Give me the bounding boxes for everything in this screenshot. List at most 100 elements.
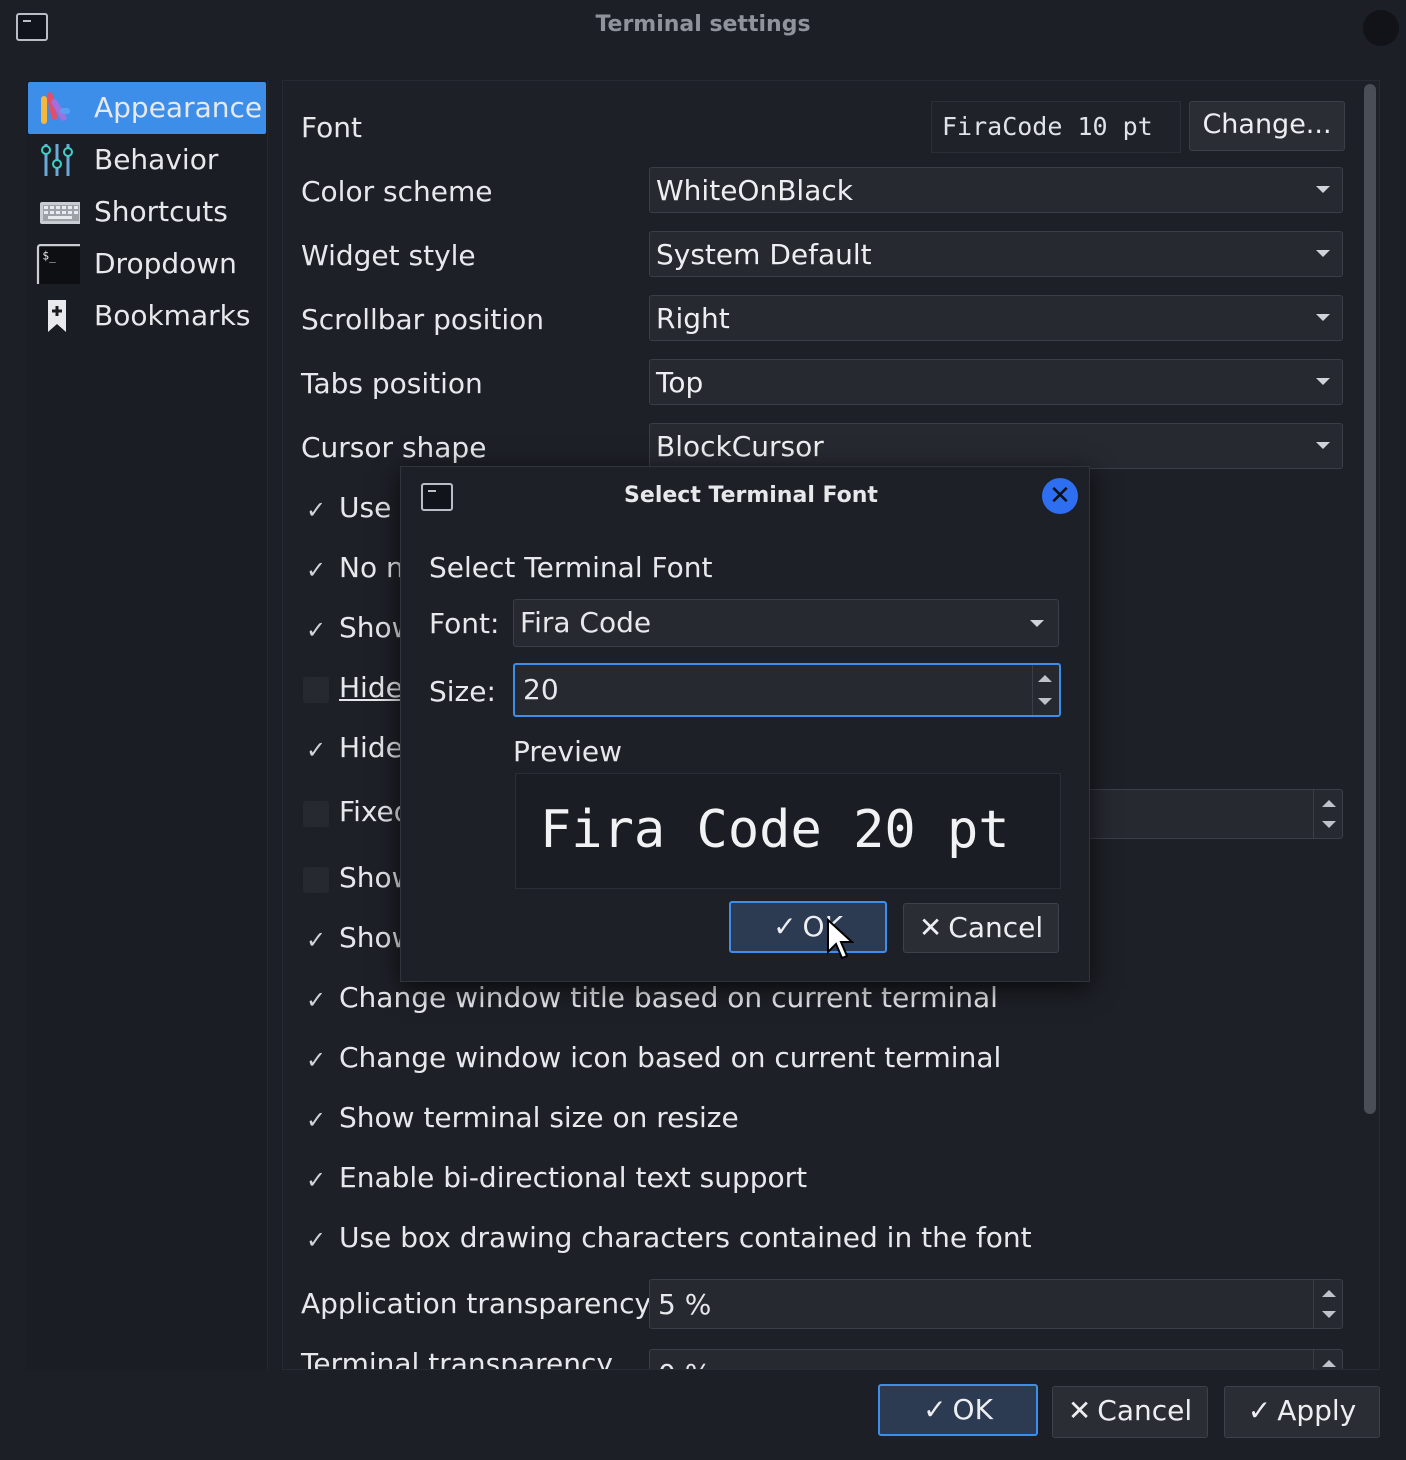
check-icon: ✓ — [923, 1393, 947, 1426]
cursor-shape-label: Cursor shape — [301, 431, 487, 464]
font-family-select[interactable]: Fira Code — [513, 599, 1059, 647]
checkbox-label: Show terminal size on resize — [339, 1101, 739, 1134]
checkmark-icon: ✓ — [305, 736, 327, 764]
checkbox-label: Use box drawing characters contained in … — [339, 1221, 1032, 1254]
font-field-label: Font: — [429, 607, 500, 640]
color-scheme-select[interactable]: WhiteOnBlack — [649, 167, 1343, 213]
sidebar-item-label: Behavior — [94, 143, 219, 176]
sidebar-item-dropdown[interactable]: $_ Dropdown — [28, 238, 266, 290]
sidebar-item-bookmarks[interactable]: Bookmarks — [28, 290, 266, 342]
sliders-icon — [41, 144, 73, 176]
checkbox-label: Enable bi-directional text support — [339, 1161, 808, 1194]
sidebar-item-label: Appearance — [94, 91, 263, 124]
font-size-input[interactable]: 20 — [513, 663, 1061, 717]
checkbox-empty — [303, 867, 329, 893]
checkmark-icon: ✓ — [305, 616, 327, 644]
size-field-label: Size: — [429, 675, 496, 708]
spin-value: 0 % — [658, 1358, 711, 1369]
checkbox-label: Change window title based on current ter… — [339, 981, 998, 1014]
sidebar-item-behavior[interactable]: Behavior — [28, 134, 266, 186]
sidebar-item-appearance[interactable]: Appearance — [28, 82, 266, 134]
apply-button[interactable]: ✓ Apply — [1224, 1386, 1380, 1438]
color-scheme-label: Color scheme — [301, 175, 493, 208]
checkbox-label: Hide — [339, 671, 403, 704]
dialog-heading: Select Terminal Font — [429, 551, 713, 584]
apply-button-label: Apply — [1277, 1394, 1357, 1427]
app-transparency-label: Application transparency — [301, 1287, 652, 1320]
cancel-button[interactable]: ✕ Cancel — [1052, 1386, 1208, 1438]
spin-divider — [1313, 790, 1314, 838]
font-family-value: Fira Code — [520, 606, 652, 639]
cancel-button-label: Cancel — [1097, 1394, 1193, 1427]
spin-value: 5 % — [658, 1288, 712, 1321]
spin-divider — [1032, 665, 1033, 715]
cursor-shape-select[interactable]: BlockCursor — [649, 423, 1343, 469]
tabs-position-label: Tabs position — [301, 367, 483, 400]
ok-button[interactable]: ✓ OK — [878, 1384, 1038, 1436]
chevron-down-icon — [1316, 250, 1330, 257]
checkmark-icon: ✓ — [305, 1046, 327, 1074]
widget-style-label: Widget style — [301, 239, 476, 272]
font-label: Font — [301, 111, 362, 144]
spin-down-icon[interactable] — [1322, 1311, 1336, 1318]
preview-label: Preview — [513, 735, 622, 768]
panel-scrollbar[interactable] — [1364, 84, 1376, 1114]
combo-value: Right — [656, 302, 730, 335]
checkmark-icon: ✓ — [305, 556, 327, 584]
checkmark-icon: ✓ — [305, 986, 327, 1014]
term-transparency-spinbox[interactable]: 0 % — [649, 1349, 1343, 1369]
chevron-down-icon — [1030, 620, 1044, 627]
spin-up-icon[interactable] — [1322, 1360, 1336, 1367]
font-preview-text: Fira Code 20 pt — [540, 800, 1010, 860]
window-control-button[interactable] — [1363, 10, 1399, 46]
spin-up-icon[interactable] — [1038, 675, 1052, 682]
combo-value: WhiteOnBlack — [656, 174, 853, 207]
settings-sidebar: Appearance Behavior Shortcuts $_ Dropdow… — [26, 80, 268, 1370]
spin-divider — [1313, 1350, 1314, 1369]
font-preview-box: Fira Code 20 pt — [515, 773, 1061, 889]
spin-up-icon[interactable] — [1322, 1290, 1336, 1297]
chevron-down-icon — [1316, 314, 1330, 321]
sidebar-item-label: Bookmarks — [94, 299, 251, 332]
keyboard-icon — [40, 202, 80, 224]
svg-text:$_: $_ — [42, 250, 56, 263]
checkmark-icon: ✓ — [305, 1106, 327, 1134]
sidebar-item-label: Dropdown — [94, 247, 237, 280]
dialog-ok-button[interactable]: ✓ OK — [729, 901, 887, 953]
app-transparency-spinbox[interactable]: 5 % — [649, 1279, 1343, 1329]
ok-button-label: OK — [952, 1393, 993, 1426]
checkbox-label: Use l — [339, 491, 408, 524]
widget-style-select[interactable]: System Default — [649, 231, 1343, 277]
spin-down-icon[interactable] — [1038, 698, 1052, 705]
spin-down-icon[interactable] — [1322, 821, 1336, 828]
term-transparency-label: Terminal transparency — [301, 1347, 613, 1370]
checkbox-label: No n — [339, 551, 404, 584]
scrollbar-position-label: Scrollbar position — [301, 303, 545, 336]
spin-up-icon[interactable] — [1322, 800, 1336, 807]
spin-divider — [1313, 1280, 1314, 1328]
checkbox-empty — [303, 801, 329, 827]
change-font-button[interactable]: Change... — [1189, 101, 1345, 151]
current-font-display: FiraCode 10 pt — [931, 101, 1181, 153]
scrollbar-position-select[interactable]: Right — [649, 295, 1343, 341]
window-title: Terminal settings — [595, 12, 811, 37]
select-font-dialog: Select Terminal Font ✕ Select Terminal F… — [400, 466, 1090, 982]
checkmark-icon: ✓ — [305, 926, 327, 954]
chevron-down-icon — [1316, 378, 1330, 385]
tabs-position-select[interactable]: Top — [649, 359, 1343, 405]
checkmark-icon: ✓ — [305, 1166, 327, 1194]
checkbox-label: Change window icon based on current term… — [339, 1041, 1002, 1074]
combo-value: System Default — [656, 238, 872, 271]
dialog-cancel-button[interactable]: ✕ Cancel — [903, 903, 1059, 953]
close-icon: ✕ — [1067, 1394, 1092, 1427]
combo-value: Top — [656, 366, 704, 399]
chevron-down-icon — [1316, 186, 1330, 193]
sidebar-item-shortcuts[interactable]: Shortcuts — [28, 186, 266, 238]
close-icon[interactable]: ✕ — [1042, 478, 1078, 514]
checkmark-icon: ✓ — [305, 496, 327, 524]
bookmark-icon — [48, 300, 66, 332]
checkbox-empty — [303, 677, 329, 703]
mouse-pointer-icon — [827, 918, 854, 960]
font-size-value: 20 — [523, 673, 559, 706]
check-icon: ✓ — [773, 910, 797, 943]
